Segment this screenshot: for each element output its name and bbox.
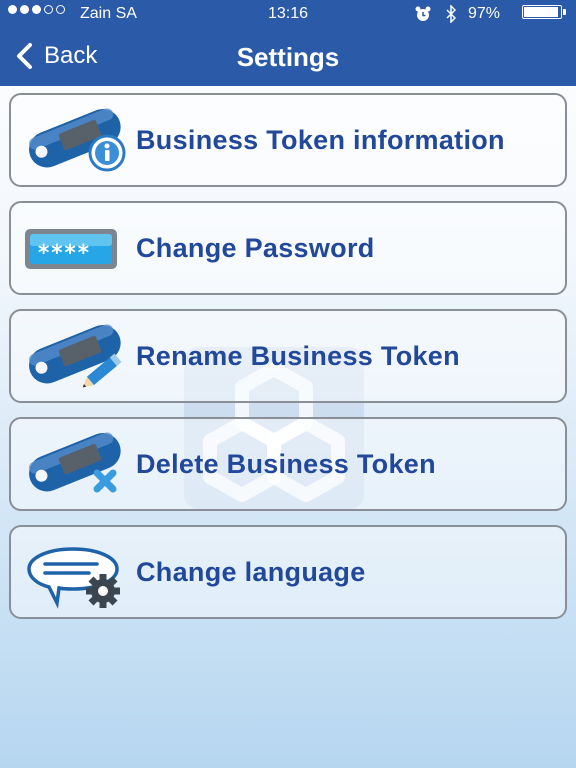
battery-icon [522, 5, 566, 19]
menu-item-label: Rename Business Token [136, 340, 460, 371]
alarm-clock-icon [414, 5, 432, 28]
page-title: Settings [236, 42, 340, 72]
menu-item-token-information[interactable]: Business Token information [9, 93, 567, 187]
menu-item-label: Delete Business Token [136, 448, 436, 479]
token-delete-icon [28, 432, 121, 493]
token-info-icon [28, 108, 126, 172]
password-field-icon: **** [25, 229, 117, 269]
menu-item-label: Business Token information [136, 124, 505, 155]
menu-item-rename-token[interactable]: Rename Business Token [9, 309, 567, 403]
menu-item-label: Change language [136, 556, 366, 587]
menu-item-change-language[interactable]: Change language [9, 525, 567, 619]
svg-text:****: **** [37, 241, 90, 266]
navigation-bar: Back Settings [0, 30, 576, 86]
menu-item-delete-token[interactable]: Delete Business Token [9, 417, 567, 511]
bluetooth-icon [444, 4, 458, 28]
status-bar: Zain SA 13:16 97% [0, 0, 576, 30]
token-rename-icon [28, 324, 122, 388]
menu-item-label: Change Password [136, 232, 375, 263]
menu-item-change-password[interactable]: **** Change Password [9, 201, 567, 295]
language-settings-icon [27, 547, 120, 609]
battery-percent: 97% [468, 5, 501, 22]
